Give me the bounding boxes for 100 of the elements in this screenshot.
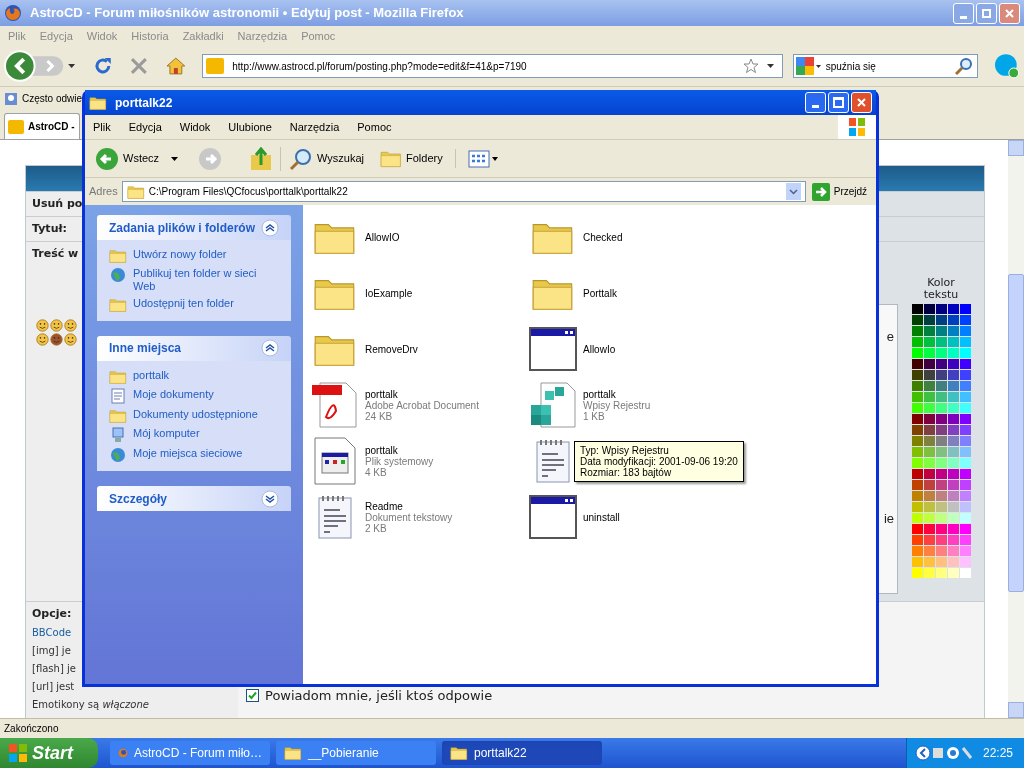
smiley-icon[interactable] (50, 333, 63, 346)
file-name[interactable]: porttalk (583, 388, 651, 400)
site-icon (8, 119, 24, 134)
url-text: http://www.astrocd.pl/forum/posting.php?mode=edit&f=41&p=7190 (232, 59, 527, 74)
field-label: Tytuł: (32, 222, 67, 236)
notepad-icon (317, 494, 353, 540)
panel-title: Szczegóły (109, 490, 168, 508)
file-size: 2 KB (365, 522, 388, 534)
bookmark-item[interactable]: Często odwie (22, 91, 83, 106)
dropdown-icon[interactable] (785, 183, 801, 200)
color-label: Kolor tekstu (922, 277, 960, 301)
file-name[interactable]: AllowIO (365, 231, 400, 243)
back-forward-drawing[interactable] (4, 50, 78, 82)
folders-button[interactable]: Foldery (376, 149, 456, 168)
notepad-icon (535, 438, 571, 484)
tab-label: AstroCD - (28, 120, 75, 134)
tooltip-text: Typ: Wpisy Rejestru (580, 445, 669, 456)
folder-icon (380, 149, 403, 168)
menu-item[interactable]: Narzędzia (289, 118, 340, 136)
file-name[interactable]: porttalk (365, 444, 434, 456)
folder-up-icon (250, 146, 273, 171)
checkbox[interactable] (246, 689, 259, 703)
smiley-icon[interactable] (50, 319, 63, 332)
browser-tab[interactable]: AstroCD - (4, 113, 80, 139)
minimize-button[interactable] (805, 92, 826, 113)
taskbar-button[interactable]: __Pobieranie (276, 741, 436, 765)
grid-view-icon (467, 149, 498, 168)
document-icon (110, 387, 126, 404)
folder-icon (284, 745, 302, 761)
menu-item[interactable]: Pomoc (357, 118, 392, 136)
task-link[interactable]: Publikuj ten folder w sieci Web (133, 267, 279, 294)
bbcode-link[interactable]: BBCode (32, 624, 72, 641)
option-text: [flash] je (32, 661, 76, 676)
file-name[interactable]: RemoveDrv (365, 343, 418, 355)
globe-icon (110, 267, 126, 284)
menu-item[interactable]: Ulubione (228, 118, 272, 136)
collapse-icon[interactable] (261, 339, 279, 358)
tray-icons-drawing[interactable] (915, 744, 975, 762)
task-link[interactable]: Moje dokumenty (133, 387, 214, 401)
field-label: Treść w (32, 247, 79, 261)
windows-logo-icon (838, 115, 876, 139)
menu-item[interactable]: Plik (93, 118, 111, 136)
maximize-button[interactable] (828, 92, 849, 113)
task-link[interactable]: Utwórz nowy folder (133, 248, 227, 261)
panel-title: Zadania plików i folderów (109, 219, 255, 237)
task-link[interactable]: porttalk (133, 368, 170, 382)
menu-item[interactable]: Edycja (128, 118, 162, 136)
file-type: Adobe Acrobat Document (365, 399, 479, 411)
search-field[interactable]: spuźnia się (792, 54, 979, 78)
status-text: Zakończono (4, 722, 59, 736)
address-label: Adres (89, 184, 118, 200)
close-icon (1005, 8, 1014, 18)
file-size: 1 KB (583, 410, 605, 422)
smiley-icon[interactable] (36, 333, 49, 346)
go-button[interactable]: Przejdź (811, 182, 868, 201)
expand-icon[interactable] (261, 489, 279, 508)
file-type: Plik systemowy (365, 455, 434, 467)
close-button[interactable] (851, 92, 872, 113)
file-name[interactable]: AllowIo (583, 343, 616, 355)
panel-header[interactable]: Inne miejsca (97, 335, 291, 361)
task-link[interactable]: Mój komputer (133, 427, 200, 441)
check-icon (248, 691, 257, 701)
firefox-logo-icon (4, 4, 22, 22)
address-text: C:\Program Files\QCfocus\porttalk\porttalk22 (148, 185, 348, 199)
taskbar-button[interactable]: porttalk22 (442, 741, 602, 765)
scrollbar[interactable] (1008, 140, 1024, 718)
file-name[interactable]: Readme (365, 500, 453, 512)
home-icon[interactable] (164, 56, 187, 76)
menu-item[interactable]: Widok (179, 118, 211, 136)
caret-icon[interactable] (766, 64, 774, 68)
panel-header[interactable]: Zadania plików i folderów (97, 215, 291, 240)
star-icon[interactable] (742, 58, 759, 74)
pdf-document-icon (312, 381, 358, 429)
file-name[interactable]: Porttalk (583, 287, 617, 299)
color-palette[interactable] (911, 304, 971, 578)
smiley-icon[interactable] (64, 333, 77, 346)
close-button[interactable] (999, 2, 1020, 24)
search-button[interactable]: Wyszukaj (285, 146, 369, 171)
panel-header[interactable]: Szczegóły (97, 486, 291, 512)
smiley-icon[interactable] (64, 319, 77, 332)
task-link[interactable]: Dokumenty udostępnione (133, 407, 258, 421)
collapse-icon[interactable] (261, 218, 279, 237)
smiley-icon[interactable] (36, 319, 49, 332)
folder-icon (126, 183, 145, 200)
folder-icon (109, 407, 127, 424)
taskbar-button[interactable]: AstroCD - Forum miło… (110, 741, 270, 765)
task-link[interactable]: Moje miejsca sieciowe (133, 447, 243, 461)
file-name[interactable]: IoExample (365, 287, 413, 299)
skype-icon[interactable] (994, 53, 1020, 79)
address-field[interactable]: C:\Program Files\QCfocus\porttalk\porttalk22 (121, 181, 806, 202)
file-name[interactable]: uninstall (583, 511, 620, 523)
file-name[interactable]: Checked (583, 231, 623, 243)
address-field[interactable]: http://www.astrocd.pl/forum/posting.php?mode=edit&f=41&p=7190 (202, 54, 783, 78)
back-button[interactable]: Wstecz (91, 146, 183, 171)
search-icon[interactable] (955, 57, 974, 75)
file-name[interactable]: porttalk (365, 388, 479, 400)
start-button[interactable]: Start (0, 738, 98, 768)
task-link[interactable]: Udostępnij ten folder (133, 297, 234, 311)
reload-icon[interactable] (93, 56, 113, 76)
google-logo-icon (795, 57, 822, 75)
